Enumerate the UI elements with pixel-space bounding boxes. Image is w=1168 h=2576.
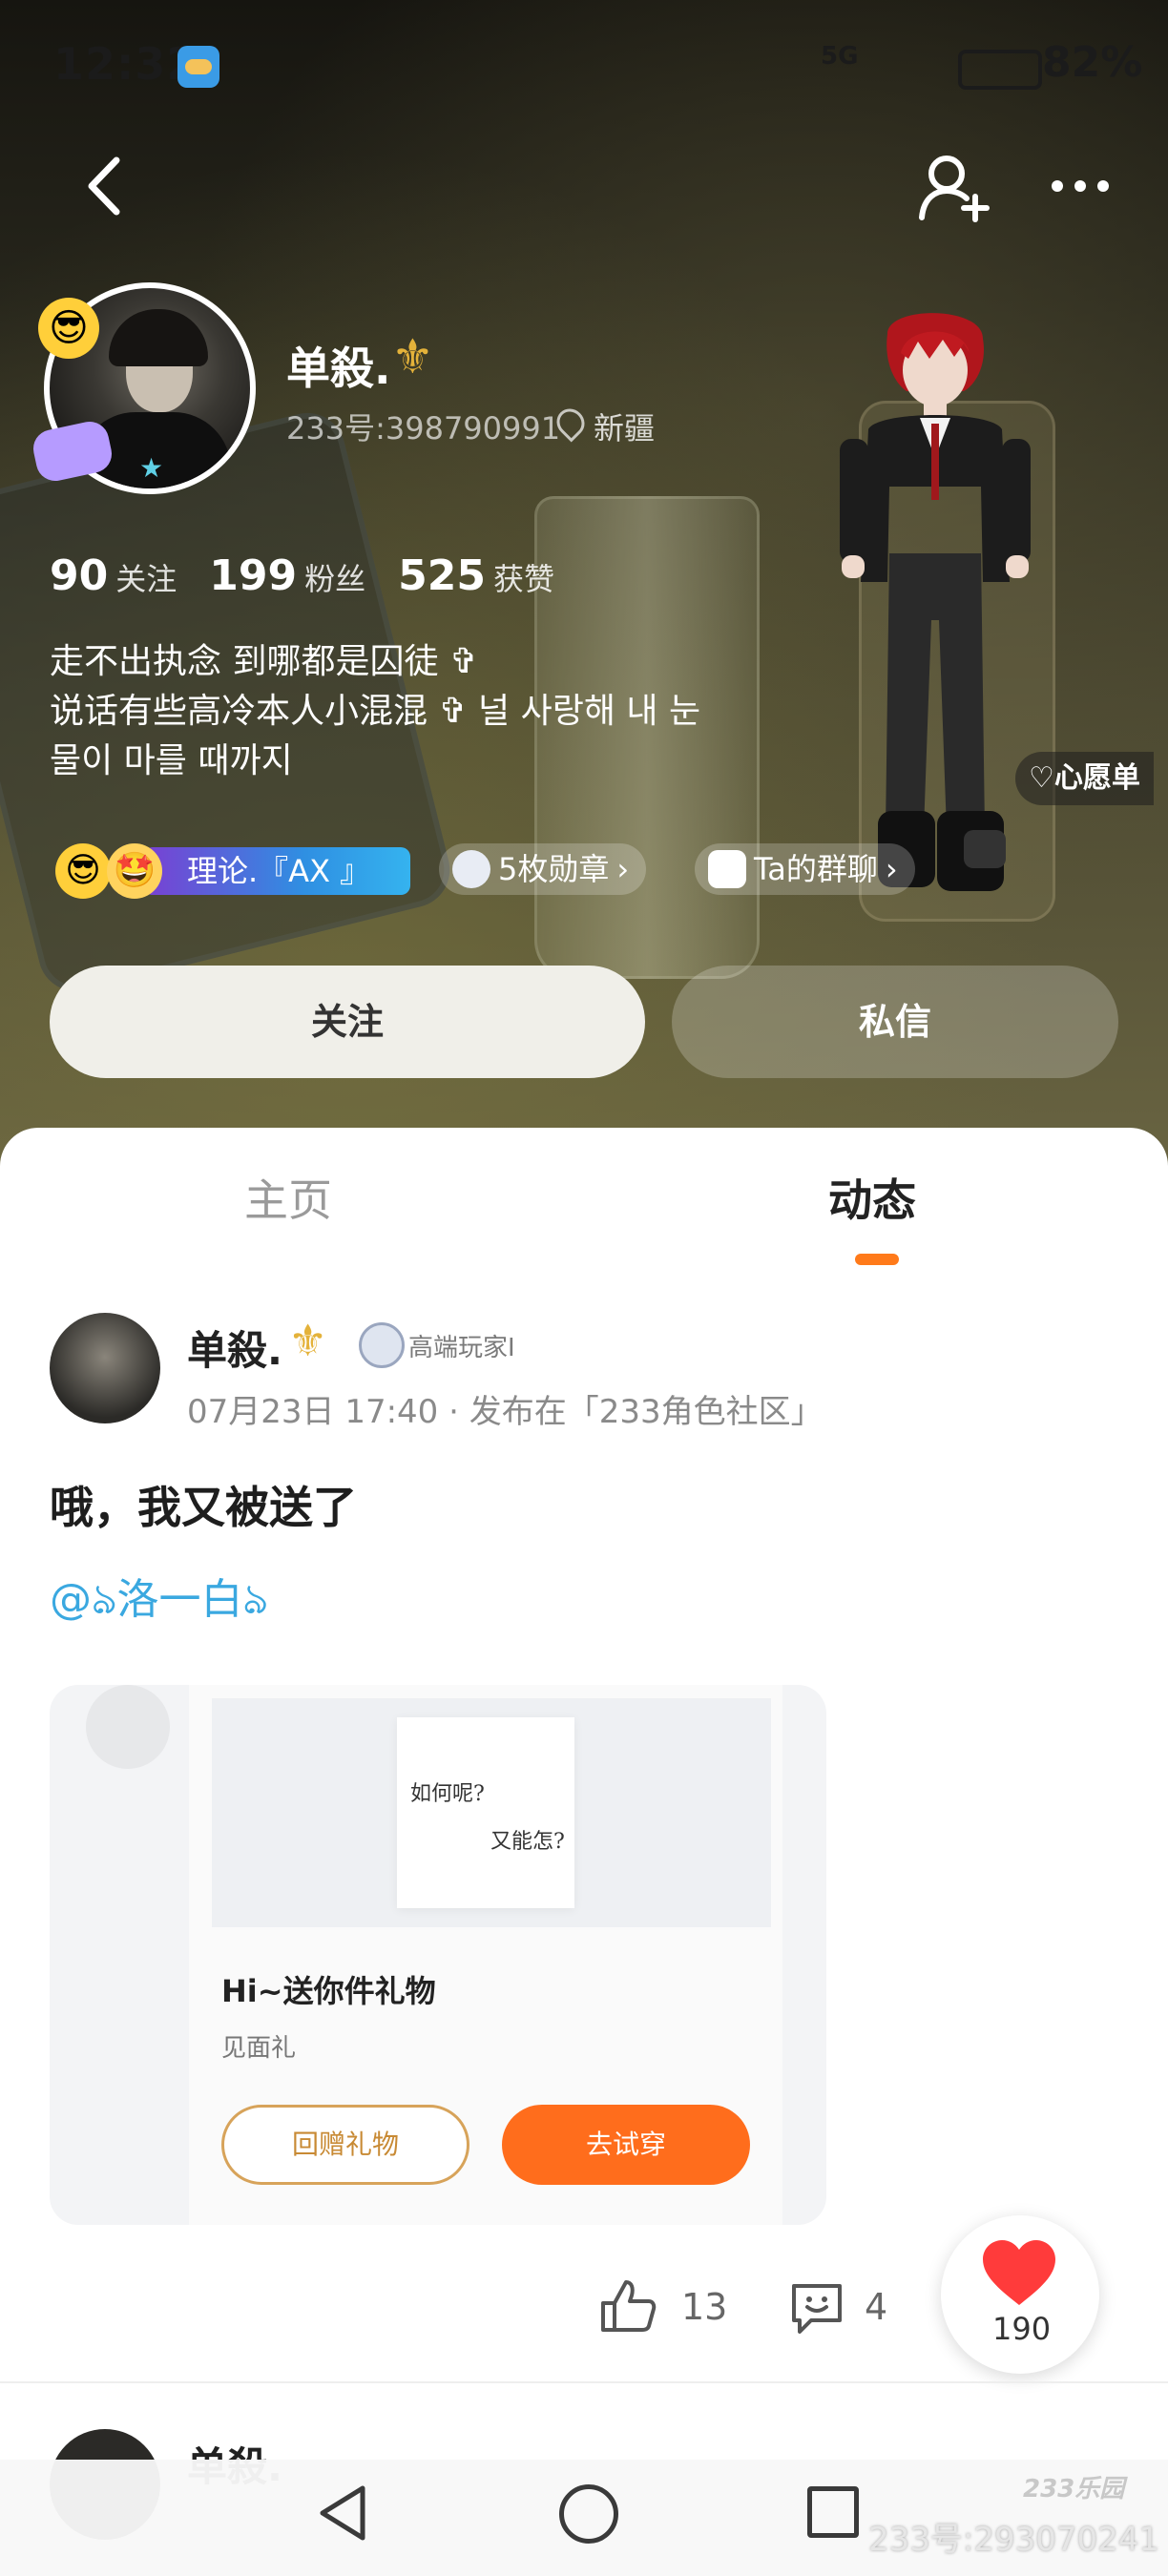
watermark-id: 233号:293070241 xyxy=(868,2521,1160,2559)
status-battery: 82% xyxy=(1042,38,1143,87)
stat-label: 粉丝 xyxy=(304,561,366,597)
heart-count: 190 xyxy=(992,2311,1052,2347)
back-icon[interactable] xyxy=(76,153,134,219)
thumbs-up-icon[interactable] xyxy=(599,2278,657,2334)
heart-outline-icon: ♡ xyxy=(1029,761,1054,795)
profile-uid: 233号:398790991 xyxy=(286,410,561,447)
nav-recent-icon[interactable] xyxy=(807,2486,859,2538)
status-time: 12:32 xyxy=(53,38,198,90)
post-divider xyxy=(0,2381,1168,2383)
status-signal: 5G xyxy=(821,42,859,71)
nav-back-icon[interactable] xyxy=(315,2483,372,2544)
group-chat-button[interactable]: Ta的群聊 › xyxy=(695,843,915,895)
tab-home[interactable]: 主页 xyxy=(244,1166,332,1229)
medals-label: 5枚勋章 xyxy=(498,851,610,887)
gift-note-image xyxy=(397,1717,574,1908)
follow-button[interactable]: 关注 xyxy=(50,966,645,1078)
cool-emoji-icon: 😎 xyxy=(55,843,111,899)
chevron-right-icon: › xyxy=(616,851,630,887)
star-sticker: ★ xyxy=(139,452,164,484)
stat-label: 获赞 xyxy=(492,561,554,597)
level-badge-icon xyxy=(359,1322,405,1368)
gift-title: Hi~送你件礼物 xyxy=(221,1973,436,2009)
stat-count: 90 xyxy=(50,551,109,600)
star-eyes-emoji-icon: 🤩 xyxy=(107,843,162,899)
medals-button[interactable]: 5枚勋章 › xyxy=(439,843,647,895)
comment-icon[interactable] xyxy=(788,2280,845,2336)
stat-following[interactable]: 90 关注 xyxy=(50,551,177,600)
stat-likes[interactable]: 525 获赞 xyxy=(398,551,554,600)
title-badge[interactable]: 理论.『AX 』 xyxy=(143,847,410,895)
gift-card-decoration xyxy=(86,1685,170,1769)
avatar-character-figure[interactable] xyxy=(821,296,1050,925)
add-user-icon[interactable] xyxy=(916,151,992,223)
chevron-right-icon: › xyxy=(885,851,898,887)
avatar-hair xyxy=(109,309,208,366)
gift-subtitle: 见面礼 xyxy=(221,2034,297,2063)
tab-feed[interactable]: 动态 xyxy=(828,1166,916,1229)
profile-stats: 90 关注 199 粉丝 525 获赞 xyxy=(50,551,554,600)
bio-line: 물이 마를 때까지 xyxy=(50,741,293,780)
nav-home-icon[interactable] xyxy=(559,2484,618,2544)
mention-link[interactable]: @ঌ洛一白ঌ xyxy=(50,1565,268,1637)
gift-note-line: 又能怎? xyxy=(490,1830,565,1854)
post-author-avatar[interactable] xyxy=(50,1313,160,1423)
level-label: 高端玩家I xyxy=(408,1334,515,1362)
message-button[interactable]: 私信 xyxy=(672,966,1118,1078)
stat-followers[interactable]: 199 粉丝 xyxy=(209,551,365,600)
group-chat-label: Ta的群聊 xyxy=(754,851,878,887)
fleur-de-lis-icon: ⚜ xyxy=(288,1315,328,1366)
bio-line: 说话有些高冷本人小混混 ✞ 널 사랑해 내 눈 xyxy=(50,692,701,731)
post-text: 哦，我又被送了 xyxy=(50,1482,357,1533)
post-meta: 07月23日 17:40 · 发布在「233角色社区」 xyxy=(187,1393,824,1431)
return-gift-button[interactable]: 回赠礼物 xyxy=(221,2105,469,2185)
stat-label: 关注 xyxy=(115,561,177,597)
sunglasses-emoji-sticker: 😎 xyxy=(38,298,99,359)
fleur-de-lis-icon: ⚜ xyxy=(391,329,434,384)
stat-count: 525 xyxy=(398,551,486,600)
gift-note-line: 如何呢? xyxy=(410,1782,485,1806)
like-count: 13 xyxy=(681,2286,728,2328)
weather-icon xyxy=(177,46,219,88)
bio-line: 走不出执念 到哪都是囚徒 ✞ xyxy=(50,642,479,681)
try-on-button[interactable]: 去试穿 xyxy=(502,2105,750,2185)
medal-icon xyxy=(452,850,490,888)
active-tab-indicator xyxy=(855,1254,899,1265)
comment-count: 4 xyxy=(865,2286,888,2328)
heart-icon xyxy=(983,2240,1055,2305)
watermark-logo: 233乐园 xyxy=(1023,2475,1125,2503)
profile-bio: 走不出执念 到哪都是囚徒 ✞ 说话有些高冷本人小混混 ✞ 널 사랑해 내 눈 물… xyxy=(50,637,775,786)
battery-icon xyxy=(958,50,1042,90)
profile-name: 单殺. xyxy=(286,343,391,394)
wishlist-label: 心愿单 xyxy=(1053,761,1140,795)
post-author-name[interactable]: 单殺. xyxy=(187,1319,282,1377)
more-icon[interactable] xyxy=(1050,162,1111,210)
wishlist-button[interactable]: ♡心愿单 xyxy=(1015,752,1154,805)
stat-count: 199 xyxy=(209,551,298,600)
profile-location: 新疆 xyxy=(594,410,656,447)
chat-icon xyxy=(708,850,746,888)
